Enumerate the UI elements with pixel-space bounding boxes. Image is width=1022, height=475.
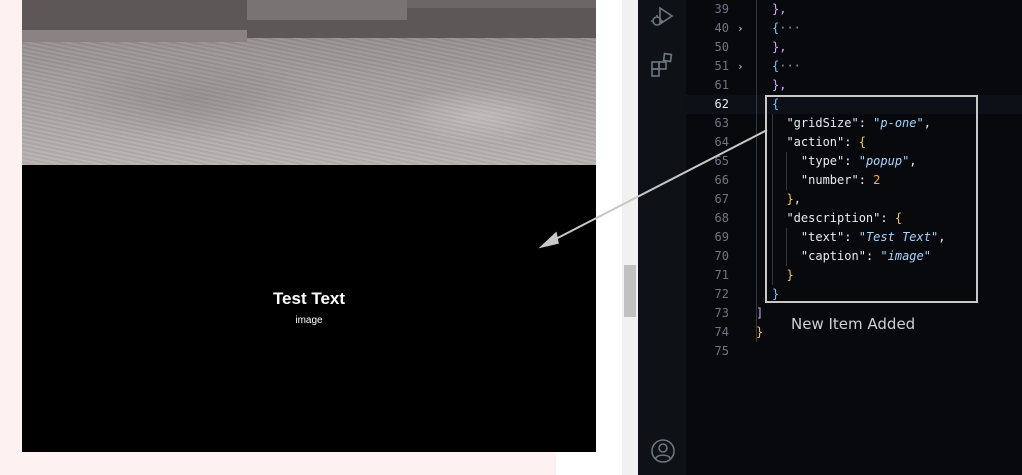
code-text: ] [756,306,764,320]
line-number: 68 [714,211,729,225]
card-title: Test Text [272,289,346,308]
code-text: }, [772,78,787,92]
page-background-bottom [0,452,556,475]
page-background-left [0,0,22,475]
line-number: 73 [714,306,729,320]
line-number: 65 [714,154,729,168]
line-number: 62 [714,97,729,111]
fold-chevron-icon[interactable]: › [737,57,744,76]
account-icon[interactable] [650,438,676,464]
code-text: {··· [772,59,801,73]
code-text: {··· [772,21,801,35]
line-number: 74 [714,325,729,339]
line-number: 50 [714,40,729,54]
line-number: 64 [714,135,729,149]
line-number: 51 [714,59,729,73]
code-line[interactable]: 40 › {··· [686,19,1022,38]
preview-scrollbar[interactable] [622,0,638,475]
line-number: 69 [714,230,729,244]
line-number: 61 [714,78,729,92]
fold-chevron-icon[interactable]: › [737,19,744,38]
line-number: 39 [714,2,729,16]
card-caption: image [295,315,323,326]
code-line[interactable]: 75 [686,342,1022,361]
code-text: }, [772,2,787,16]
code-line[interactable]: 39}, [686,0,1022,19]
line-number: 71 [714,268,729,282]
code-text: }, [772,40,787,54]
code-line[interactable]: 51 › {··· [686,57,1022,76]
preview-scrollbar-thumb[interactable] [624,265,636,317]
line-number: 63 [714,116,729,130]
line-number: 75 [714,344,729,358]
extensions-icon[interactable] [650,52,676,78]
line-number: 70 [714,249,729,263]
code-text: } [756,325,764,339]
grid-item-card[interactable]: Test Text image [22,165,596,452]
code-line[interactable]: 50}, [686,38,1022,57]
new-item-annotation: New Item Added [791,315,916,333]
line-number: 67 [714,192,729,206]
indent-guide [756,0,757,342]
line-number: 72 [714,287,729,301]
line-number: 66 [714,173,729,187]
textured-photo [22,0,596,165]
new-item-highlight-box [765,95,978,303]
run-debug-icon[interactable] [650,4,676,30]
code-line[interactable]: 61}, [686,76,1022,95]
line-number: 40 [714,21,729,35]
browser-preview: Test Text image [0,0,622,475]
